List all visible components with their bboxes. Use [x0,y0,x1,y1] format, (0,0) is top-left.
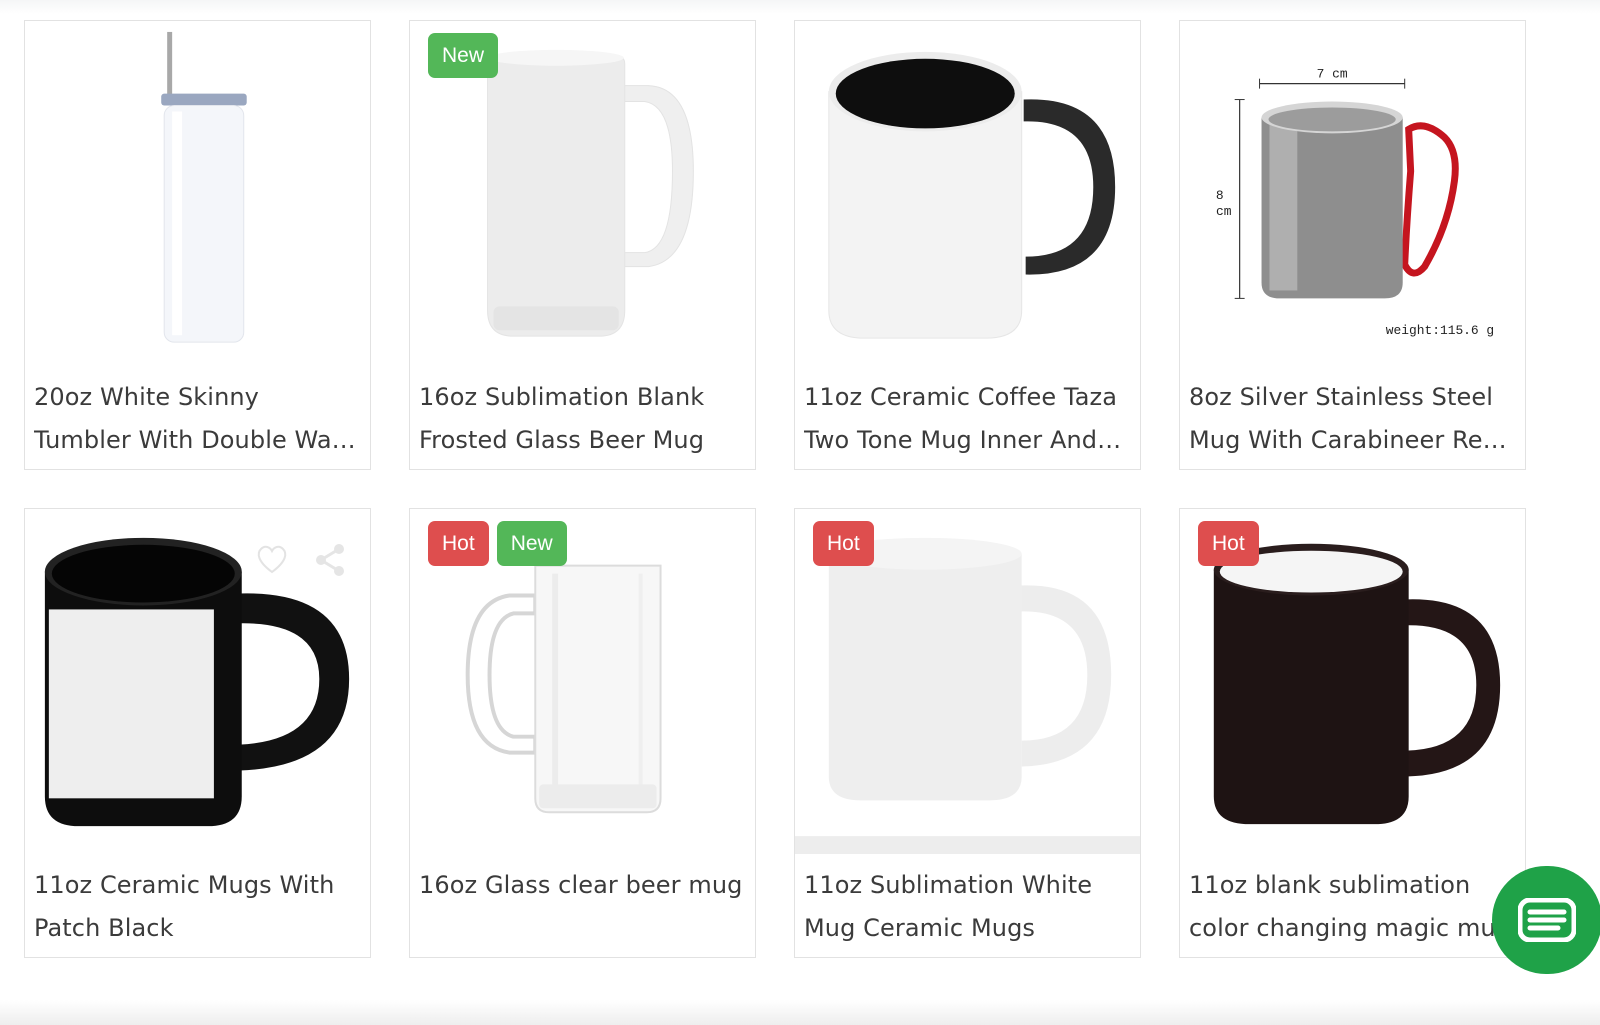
image-text-width: 7 cm [1317,67,1348,82]
product-card[interactable]: Hot New 16oz Glass clear beer mug [409,508,756,958]
heart-icon[interactable] [255,543,289,575]
product-title[interactable]: 8oz Silver Stainless Steel Mug With Cara… [1189,376,1515,462]
chat-button[interactable] [1492,866,1600,974]
carabiner-mug-icon: 7 cm 8 cm weight:115.6 g [1216,67,1494,339]
badge-new: New [496,521,567,566]
product-card[interactable]: New 16oz Sublimation Blank Frosted Glass… [409,20,756,470]
chat-menu-icon [1518,898,1576,942]
product-title[interactable]: 11oz Ceramic Coffee Taza Two Tone Mug In… [804,376,1130,462]
badge-new: New [428,33,499,78]
badge-hot: Hot [1198,521,1259,566]
product-grid: 20oz White Skinny Tumbler With Double Wa… [24,20,1529,961]
badge-group: Hot [1198,521,1259,566]
product-title[interactable]: 11oz Ceramic Mugs With Patch Black [34,864,360,950]
badge-group: Hot New [428,521,567,566]
product-card[interactable]: Hot 11oz blank sublimation color changin… [1179,508,1526,958]
badge-hot: Hot [428,521,489,566]
badge-group: Hot [813,521,874,566]
image-text-height-value: 8 [1216,188,1224,203]
skinny-tumbler-icon [161,31,247,343]
product-card[interactable]: Hot 11oz Sublimation White Mug Ceramic M… [794,508,1141,958]
badge-hot: Hot [813,521,874,566]
product-image[interactable] [25,509,370,855]
product-image[interactable]: 7 cm 8 cm weight:115.6 g [1180,21,1525,367]
badge-group: New [428,33,499,78]
product-title[interactable]: 11oz blank sublimation color changing ma… [1189,864,1515,950]
product-card[interactable]: 11oz Ceramic Mugs With Patch Black [24,508,371,958]
share-icon[interactable] [313,543,347,577]
product-image[interactable] [795,21,1140,367]
image-text-height-unit: cm [1216,204,1232,219]
product-title[interactable]: 16oz Sublimation Blank Frosted Glass Bee… [419,376,745,462]
product-title[interactable]: 11oz Sublimation White Mug Ceramic Mugs [804,864,1130,950]
product-image[interactable] [25,21,370,367]
product-card[interactable]: 20oz White Skinny Tumbler With Double Wa… [24,20,371,470]
product-card[interactable]: 11oz Ceramic Coffee Taza Two Tone Mug In… [794,20,1141,470]
product-card[interactable]: 7 cm 8 cm weight:115.6 g 8oz Silver Stai… [1179,20,1526,470]
product-title[interactable]: 20oz White Skinny Tumbler With Double Wa… [34,376,360,462]
two-tone-mug-icon [828,51,1116,339]
product-title[interactable]: 16oz Glass clear beer mug [419,864,745,907]
image-text-weight: weight:115.6 g [1386,323,1494,338]
